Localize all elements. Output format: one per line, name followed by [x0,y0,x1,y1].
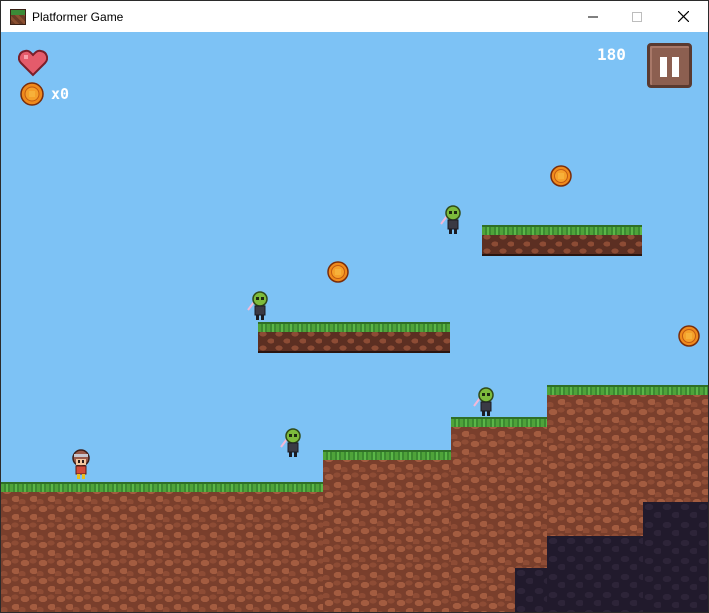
close-button[interactable] [660,1,706,32]
floating-platform-1 [258,330,450,353]
ground-grass-3 [451,417,547,427]
floating-platform-2-grass [482,225,642,235]
pause-icon-bar [672,57,679,77]
ground-segment-2 [323,454,451,612]
goblin-enemy-icon [473,387,494,416]
ground-grass-2 [323,450,451,460]
heart-icon [18,49,48,77]
coin-count: x0 [51,85,70,103]
coin-icon [550,165,572,187]
cave-area-3 [643,502,708,612]
pause-button[interactable] [647,43,692,88]
coin-icon [327,261,349,283]
ground-grass-1 [1,482,323,492]
window-title: Platformer Game [32,10,124,24]
floating-platform-1-grass [258,322,450,332]
goblin-enemy-icon [247,291,268,320]
maximize-icon [632,11,642,22]
floating-platform-2 [482,233,642,256]
game-canvas[interactable]: x0 180 [1,32,708,612]
game-window: Platformer Game x0 180 [0,0,709,613]
cave-area-1 [515,568,549,612]
goblin-enemy-icon [280,428,301,457]
ground-grass-4 [547,385,708,395]
player-character-icon [72,449,90,479]
maximize-button[interactable] [614,1,660,32]
cave-area-2 [547,536,643,612]
minimize-button[interactable] [570,1,616,32]
pause-icon [660,57,667,77]
app-icon [10,9,26,25]
ground-segment-1 [1,486,323,612]
minimize-icon [588,16,598,17]
coin-counter-icon [20,82,44,106]
coin-icon [678,325,700,347]
goblin-enemy-icon [440,205,461,234]
title-bar: Platformer Game [1,1,708,32]
close-icon [677,11,689,22]
score: 180 [597,45,626,64]
